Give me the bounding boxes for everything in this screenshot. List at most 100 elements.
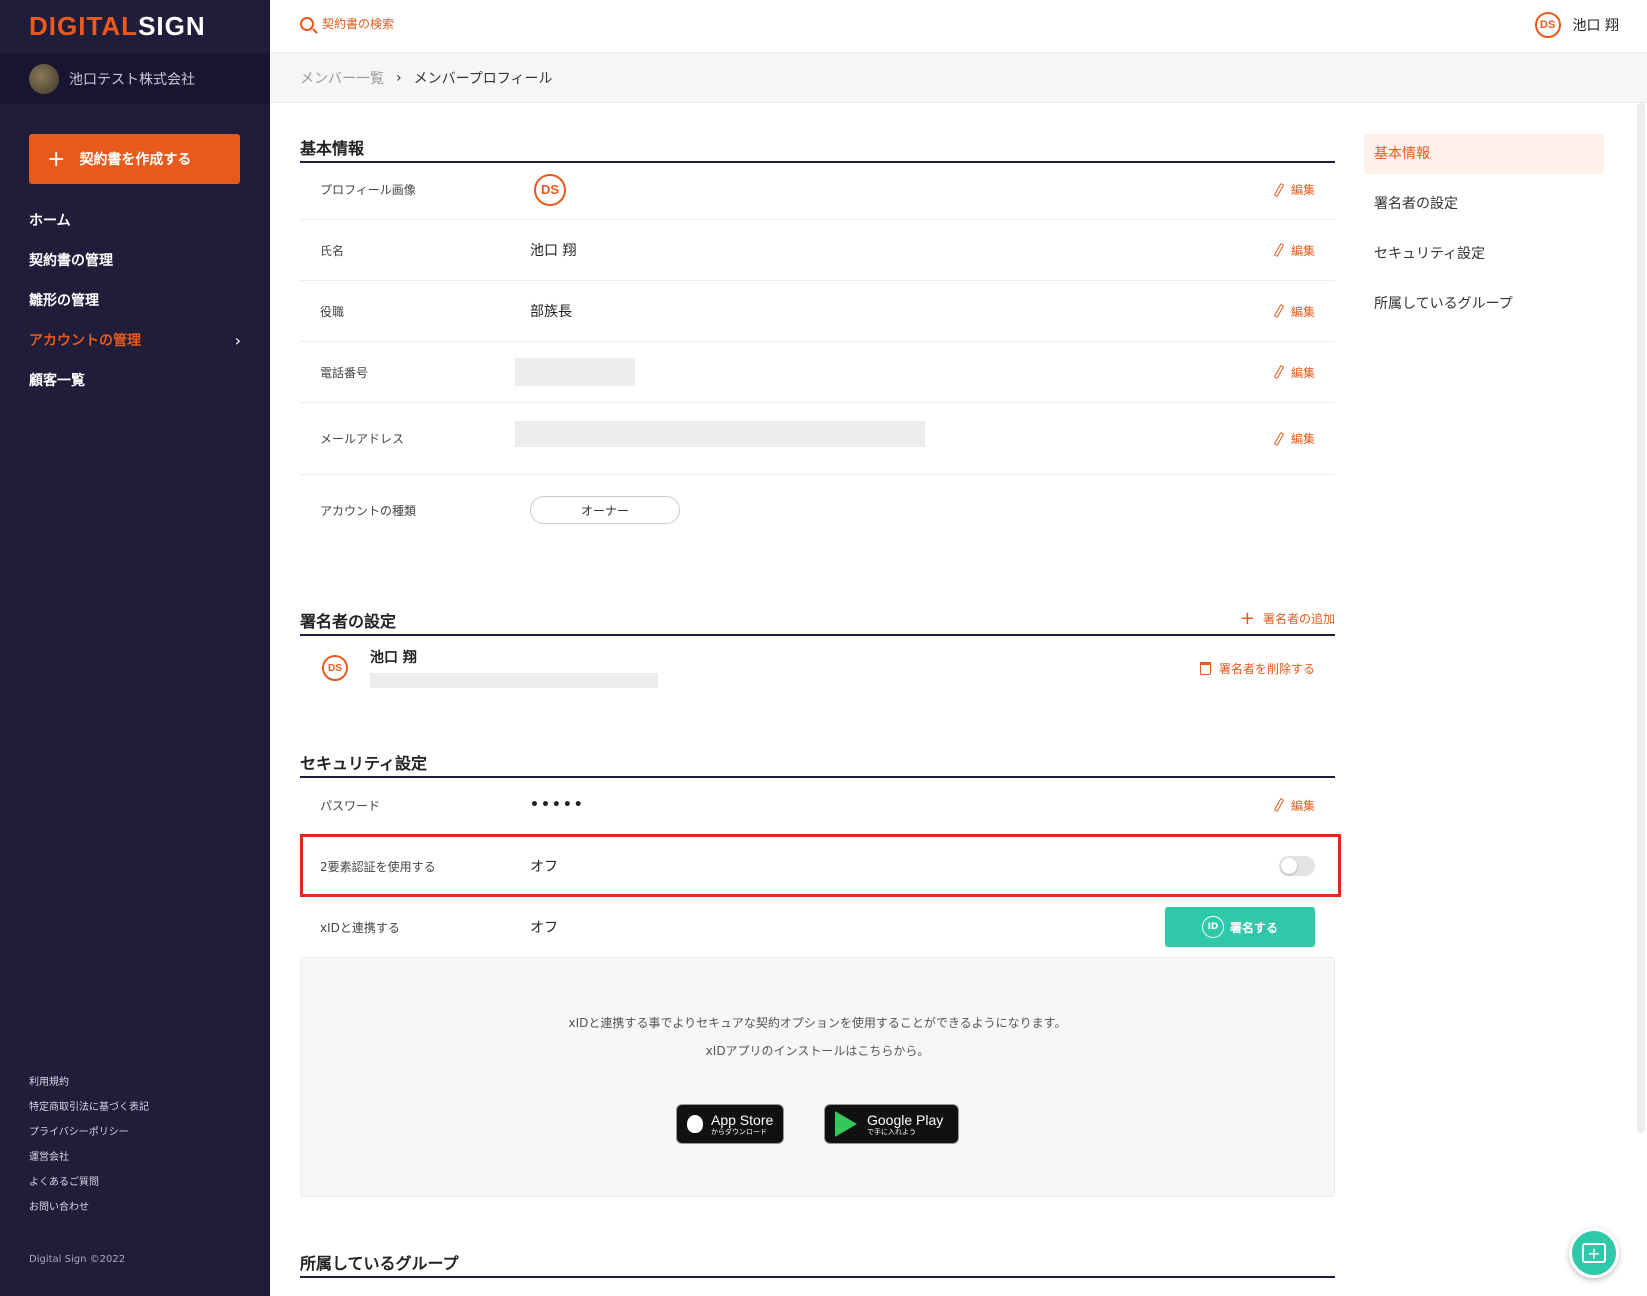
logo[interactable]: DIGITAL SIGN <box>0 0 270 53</box>
google-play-subtitle: で手に入れよう <box>867 1127 916 1136</box>
footer-link-commerce[interactable]: 特定商取引法に基づく表記 <box>29 1095 149 1120</box>
apple-icon <box>687 1115 703 1133</box>
plus-icon: + <box>1239 608 1255 629</box>
row-phone: 電話番号 編集 <box>300 342 1335 403</box>
footer-link-faq[interactable]: よくあるご質問 <box>29 1170 149 1195</box>
xid-sign-button[interactable]: ID 署名する <box>1165 907 1315 947</box>
row-label: アカウントの種類 <box>320 503 417 518</box>
user-avatar: DS <box>1534 12 1561 38</box>
section-nav-signer[interactable]: 署名者の設定 <box>1364 184 1604 234</box>
row-label: 電話番号 <box>320 365 369 380</box>
search-label: 契約書の検索 <box>322 17 395 31</box>
edit-label: 編集 <box>1290 432 1315 446</box>
row-label: プロフィール画像 <box>320 183 416 197</box>
section-title-text: 署名者の設定 <box>300 612 397 631</box>
position-value: 部族長 <box>530 304 572 320</box>
profile-image: DS <box>534 173 566 206</box>
sidebar-item-label: 顧客一覧 <box>29 373 85 389</box>
google-play-icon <box>835 1111 857 1137</box>
sidebar-item-account[interactable]: アカウントの管理 › <box>29 320 241 360</box>
create-contract-label: 契約書を作成する <box>79 152 192 168</box>
top-bar: 契約書の検索 DS 池口 翔 <box>270 0 1647 53</box>
footer-link-terms[interactable]: 利用規約 <box>29 1070 149 1095</box>
email-value-redacted <box>515 421 925 447</box>
edit-password-button[interactable]: 編集 <box>1273 797 1315 814</box>
footer-link-privacy[interactable]: プライバシーポリシー <box>29 1120 149 1145</box>
section-title-security: セキュリティ設定 <box>300 750 1335 778</box>
edit-email-button[interactable]: 編集 <box>1273 430 1315 447</box>
xid-info-text: xIDと連携する事でよりセキュアな契約オプションを使用することができるようになり… <box>568 1016 1067 1030</box>
password-value: ••••• <box>530 797 585 813</box>
company-switcher[interactable]: 池口テスト株式会社 <box>0 53 270 104</box>
row-password: パスワード ••••• 編集 <box>300 775 1335 836</box>
breadcrumb-member-list[interactable]: メンバー一覧 <box>300 68 384 88</box>
row-profile-image: プロフィール画像 DS 編集 <box>300 160 1335 220</box>
row-label: 役職 <box>320 304 345 319</box>
edit-label: 編集 <box>1290 365 1315 380</box>
section-nav-security[interactable]: セキュリティ設定 <box>1364 234 1604 284</box>
xid-install-text: xIDアプリのインストールはこちらから。 <box>705 1044 930 1058</box>
copyright: Digital Sign ©2022 <box>29 1254 126 1265</box>
phone-value-redacted <box>515 358 635 386</box>
xid-info-box: xIDと連携する事でよりセキュアな契約オプションを使用することができるようになり… <box>300 957 1335 1197</box>
create-contract-button[interactable]: + 契約書を作成する <box>29 134 240 184</box>
footer-link-company[interactable]: 運営会社 <box>29 1145 149 1170</box>
highlight-box <box>300 834 1341 897</box>
edit-label: 編集 <box>1290 183 1315 197</box>
pencil-icon <box>1273 797 1285 813</box>
row-position: 役職 部族長 編集 <box>300 281 1335 342</box>
xid-value: オフ <box>530 920 558 936</box>
xid-icon: ID <box>1201 916 1224 938</box>
plus-icon: + <box>47 146 66 172</box>
user-menu[interactable]: DS 池口 翔 <box>1534 12 1619 38</box>
edit-label: 編集 <box>1290 243 1315 258</box>
section-nav-basic-info[interactable]: 基本情報 <box>1364 134 1604 174</box>
row-email: メールアドレス 編集 <box>300 403 1335 475</box>
sidebar-item-customers[interactable]: 顧客一覧 <box>29 360 241 400</box>
app-store-subtitle: からダウンロード <box>711 1127 767 1136</box>
sidebar-item-home[interactable]: ホーム <box>29 200 241 240</box>
pencil-icon <box>1273 364 1285 380</box>
chat-button[interactable]: + <box>1569 1228 1619 1278</box>
pencil-icon <box>1273 182 1285 197</box>
edit-label: 編集 <box>1290 798 1315 813</box>
trash-icon <box>1199 661 1211 675</box>
sidebar: DIGITAL SIGN 池口テスト株式会社 + 契約書を作成する ホーム 契約書… <box>0 0 270 1296</box>
scrollbar[interactable] <box>1637 103 1645 1133</box>
row-label: パスワード <box>320 798 381 813</box>
pencil-icon <box>1273 242 1285 258</box>
section-title-groups: 所属しているグループ <box>300 1250 1335 1278</box>
search-contracts[interactable]: 契約書の検索 <box>300 15 394 32</box>
row-label: 氏名 <box>320 243 345 258</box>
sidebar-item-templates[interactable]: 雛形の管理 <box>29 280 241 320</box>
add-signer-label: 署名者の追加 <box>1262 612 1335 626</box>
footer-link-contact[interactable]: お問い合わせ <box>29 1195 149 1220</box>
google-play-title: Google Play <box>867 1111 944 1128</box>
edit-name-button[interactable]: 編集 <box>1273 242 1315 259</box>
signer-email-redacted <box>370 673 658 688</box>
row-account-type: アカウントの種類 オーナー <box>300 475 1335 545</box>
sidebar-item-label: 雛形の管理 <box>29 293 99 309</box>
edit-profile-image-button[interactable]: 編集 <box>1273 181 1315 198</box>
section-title-basic-info: 基本情報 <box>300 135 1335 163</box>
pencil-icon <box>1273 303 1285 319</box>
section-title-signer: 署名者の設定 <box>300 608 1335 636</box>
xid-button-label: 署名する <box>1229 920 1278 935</box>
delete-signer-label: 署名者を削除する <box>1218 661 1315 676</box>
delete-signer-button[interactable]: 署名者を削除する <box>1199 660 1315 677</box>
app-store-title: App Store <box>711 1111 774 1128</box>
app-store-badge[interactable]: App Store からダウンロード <box>676 1104 784 1144</box>
sidebar-item-contracts[interactable]: 契約書の管理 <box>29 240 241 280</box>
signer-name: 池口 翔 <box>370 650 417 666</box>
google-play-badge[interactable]: Google Play で手に入れよう <box>824 1104 959 1144</box>
section-nav: 基本情報 署名者の設定 セキュリティ設定 所属しているグループ <box>1364 134 1604 334</box>
sidebar-item-label: ホーム <box>29 213 71 229</box>
logo-part1: DIGITAL <box>29 11 139 41</box>
edit-phone-button[interactable]: 編集 <box>1273 364 1315 381</box>
breadcrumb-current: メンバープロフィール <box>413 70 553 87</box>
section-nav-groups[interactable]: 所属しているグループ <box>1364 284 1604 334</box>
add-signer-button[interactable]: + 署名者の追加 <box>1240 608 1335 629</box>
user-name: 池口 翔 <box>1572 18 1619 34</box>
row-label: xIDと連携する <box>320 920 400 935</box>
edit-position-button[interactable]: 編集 <box>1273 303 1315 320</box>
